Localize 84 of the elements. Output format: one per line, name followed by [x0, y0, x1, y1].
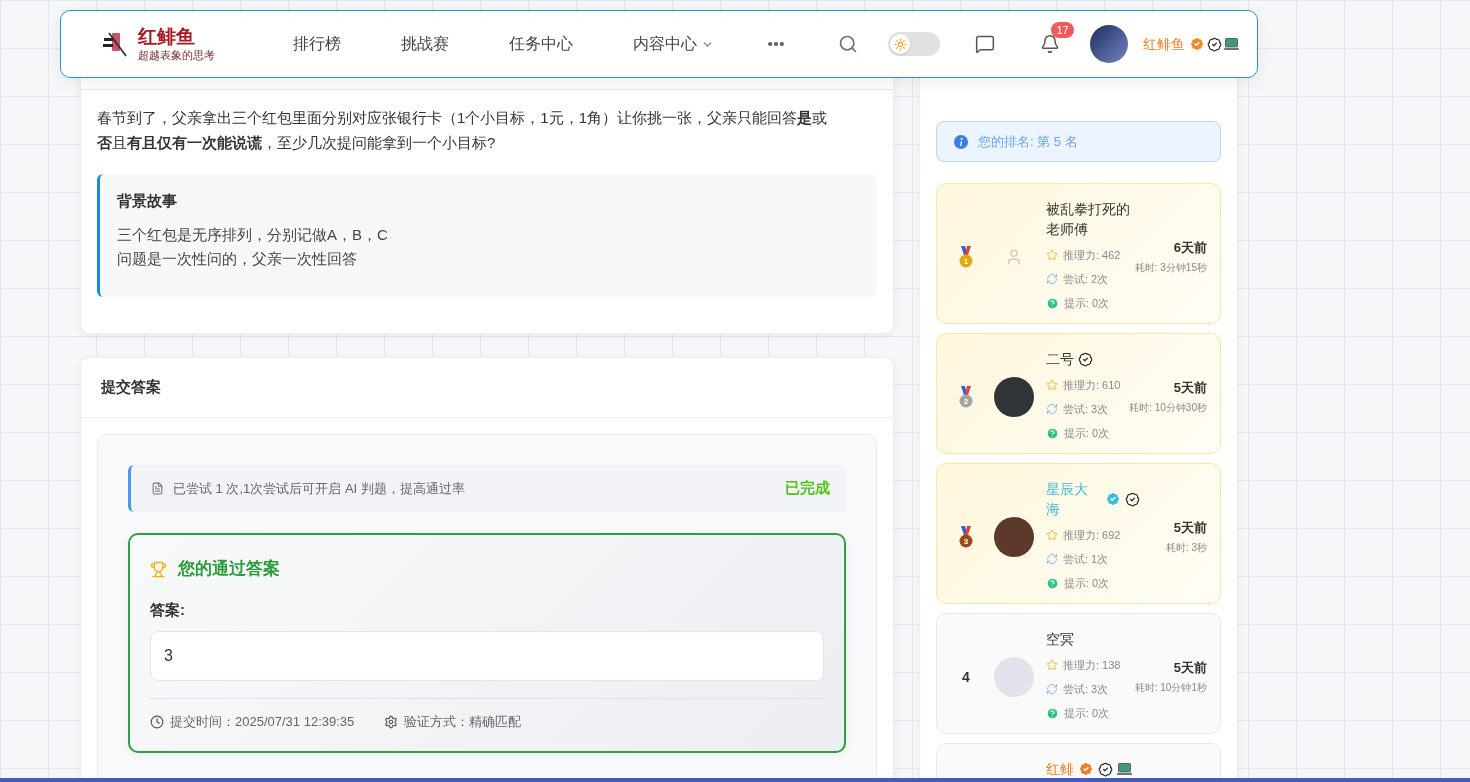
- ranking-card[interactable]: 4 空冥 推理力: 138 尝试: 3次 提示: 0次 5天前 耗时: 10分钟1秒: [936, 613, 1221, 734]
- background-story-title: 背景故事: [117, 191, 178, 211]
- help-icon: [1046, 296, 1059, 310]
- star-icon: [1046, 529, 1058, 541]
- time-spent: 耗时: 10分钟30秒: [1129, 401, 1207, 415]
- passed-answer-title: 您的通过答案: [178, 558, 280, 580]
- check-badge-icon: [1078, 351, 1093, 367]
- story-line: 问题是一次性问的，父亲一次性回答: [117, 249, 358, 269]
- story-line: 三个红包是无序排列，分别记做A，B，C: [117, 225, 389, 245]
- logo-icon[interactable]: [100, 30, 130, 58]
- check-badge-icon: [1207, 36, 1222, 52]
- answer-label: 答案:: [150, 600, 186, 620]
- attempt-count: 尝试: 3次: [1063, 401, 1109, 417]
- time-ago: 5天前: [1173, 519, 1207, 537]
- nav-link[interactable]: 挑战赛: [401, 32, 449, 56]
- hint-count: 提示: 0次: [1064, 705, 1110, 721]
- time-spent: 耗时: 10分钟1秒: [1134, 681, 1207, 695]
- nav-link[interactable]: 排行榜: [293, 32, 341, 56]
- ranking-card[interactable]: 1 被乱拳打死的老师傅 推理力: 462 尝试: 2次 提示: 0次 6天前 耗时: 3分钟15秒: [936, 183, 1221, 324]
- star-icon: [1046, 379, 1058, 391]
- attempt-count: 尝试: 3次: [1063, 681, 1109, 697]
- help-icon: [1046, 706, 1059, 720]
- user-name[interactable]: 被乱拳打死的老师傅: [1046, 199, 1140, 239]
- hint-count: 提示: 0次: [1064, 295, 1110, 311]
- hint-count: 提示: 0次: [1064, 575, 1110, 591]
- avatar-placeholder[interactable]: [1090, 25, 1128, 63]
- brand-slogan: 超越表象的思考: [138, 48, 215, 62]
- time-spent: 耗时: 3秒: [1165, 541, 1207, 555]
- nav-link[interactable]: 任务中心: [509, 32, 573, 56]
- answer-input[interactable]: 3: [150, 631, 824, 681]
- ranking-card[interactable]: 2 二号 推理力: 610 尝试: 3次 提示: 0次 5天前 耗时: 10分钟30秒: [936, 333, 1221, 454]
- check-badge-icon: [1098, 761, 1113, 777]
- ranking-card[interactable]: 3 星辰大海 推理力: 692 尝试: 1次 提示: 0次 5天前 耗时: 3秒: [936, 463, 1221, 604]
- completion-status: 已完成: [785, 478, 830, 499]
- star-icon: [1046, 249, 1058, 261]
- laptop-icon: [1117, 763, 1132, 775]
- attempt-count: 尝试: 2次: [1063, 271, 1109, 287]
- rank-number: 4: [962, 667, 970, 687]
- submission-time: 提交时间：2025/07/31 12:39:35: [170, 713, 355, 731]
- notification-badge: 17: [1051, 22, 1074, 38]
- nav-link[interactable]: 内容中心: [633, 32, 714, 56]
- time-ago: 6天前: [1173, 239, 1207, 257]
- refresh-icon: [1046, 553, 1058, 565]
- sun-icon: [893, 37, 907, 51]
- attempt-count: 尝试: 1次: [1063, 551, 1109, 567]
- laptop-icon: [1224, 38, 1239, 50]
- info-icon: [954, 134, 968, 149]
- settings-icon: [384, 715, 399, 729]
- brand-title[interactable]: 红鲱鱼: [138, 26, 215, 48]
- attempt-notice-text: 已尝试 1 次,1次尝试后可开启 AI 判题，提高通过率: [173, 479, 465, 498]
- user-name[interactable]: 空冥: [1046, 629, 1074, 649]
- refresh-icon: [1046, 273, 1058, 285]
- refresh-icon: [1046, 403, 1058, 415]
- trophy-icon: [150, 560, 167, 578]
- bell-icon[interactable]: [1040, 34, 1060, 54]
- star-icon: [1046, 659, 1058, 671]
- verification-method: 验证方式：精确匹配: [404, 713, 522, 731]
- reasoning-power: 推理力: 138: [1063, 657, 1121, 673]
- reasoning-power: 推理力: 462: [1063, 247, 1121, 263]
- my-rank-text: 您的排名: 第 5 名: [978, 132, 1078, 151]
- theme-toggle[interactable]: [888, 32, 940, 56]
- problem-text: 春节到了，父亲拿出三个红包里面分别对应张银行卡（1个小目标，1元，1角）让你挑一张，父亲只能回答是或否且有且仅有一次能说谎，至少几次提问能拿到一个小目标?: [97, 108, 829, 153]
- clock-icon: [150, 715, 164, 729]
- time-ago: 5天前: [1173, 379, 1207, 397]
- help-icon: [1046, 426, 1059, 440]
- verified-badge-icon: [1189, 36, 1205, 52]
- search-icon[interactable]: [838, 34, 858, 54]
- time-ago: 5天前: [1173, 659, 1207, 677]
- reasoning-power: 推理力: 610: [1063, 377, 1121, 393]
- rank-medal: 2: [959, 386, 973, 408]
- verified-badge-icon: [1078, 761, 1094, 777]
- user-name[interactable]: 二号: [1046, 349, 1074, 369]
- hint-count: 提示: 0次: [1064, 425, 1110, 441]
- time-spent: 耗时: 3分钟15秒: [1134, 261, 1207, 275]
- rank-medal: 1: [959, 246, 973, 268]
- check-badge-icon: [1125, 491, 1140, 507]
- reasoning-power: 推理力: 692: [1063, 527, 1121, 543]
- refresh-icon: [1046, 683, 1058, 695]
- submit-answer-title: 提交答案: [101, 377, 161, 398]
- message-icon[interactable]: [975, 34, 995, 54]
- rank-medal: 3: [959, 526, 973, 548]
- help-icon: [1046, 576, 1059, 590]
- document-icon: [151, 482, 164, 495]
- verified-badge-icon: [1105, 491, 1121, 507]
